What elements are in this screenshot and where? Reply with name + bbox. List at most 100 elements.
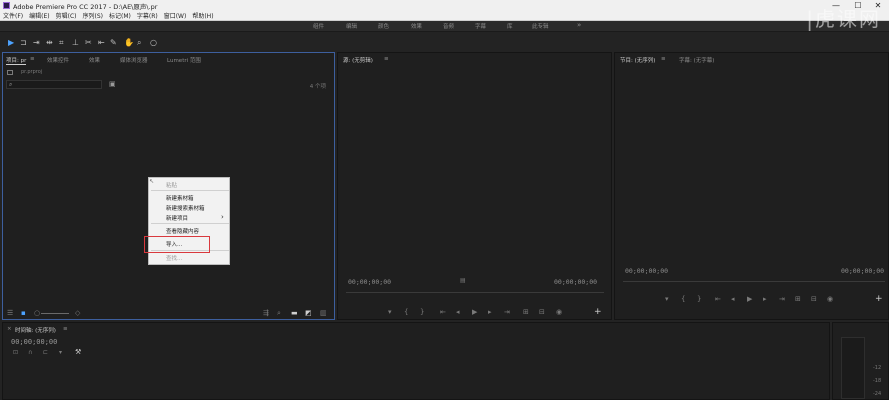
- program-mark-in-bracket-icon[interactable]: {: [681, 295, 685, 303]
- program-mark-in-icon[interactable]: ▾: [665, 295, 669, 303]
- mark-out-bracket-icon[interactable]: }: [420, 308, 424, 316]
- menu-edit[interactable]: 编辑(E): [29, 11, 49, 20]
- menu-help[interactable]: 帮助(H): [192, 11, 213, 20]
- tab-timeline[interactable]: 时间轴: (无序列): [15, 326, 56, 334]
- tab-program[interactable]: 节目: (无序列): [620, 56, 655, 64]
- go-to-in-icon[interactable]: ⇤: [440, 308, 446, 316]
- new-bin-bottom-icon[interactable]: ▬: [291, 309, 298, 317]
- list-view-icon[interactable]: ☰: [7, 309, 13, 317]
- source-timeline-ruler[interactable]: [346, 292, 604, 293]
- wrench-icon[interactable]: ⚒: [75, 348, 81, 356]
- new-bin-icon[interactable]: ▣: [109, 80, 116, 88]
- tab-effect-controls[interactable]: 效果控件: [47, 56, 69, 64]
- source-timecode-left[interactable]: 00;00;00;00: [348, 278, 391, 286]
- overwrite-icon[interactable]: ⊟: [539, 308, 545, 316]
- tab-captions[interactable]: 字幕: (无字幕): [679, 56, 714, 64]
- window-title: Adobe Premiere Pro CC 2017 - D:\AE\原声\.p…: [13, 2, 158, 11]
- icon-view-icon[interactable]: ▪: [21, 309, 26, 317]
- workspaces-more-button[interactable]: »: [577, 21, 581, 29]
- workspace-tab[interactable]: 颜色: [378, 22, 389, 30]
- program-go-to-out-icon[interactable]: ⇥: [779, 295, 785, 303]
- program-timeline-ruler[interactable]: [623, 281, 885, 282]
- sort-icon[interactable]: ◇: [75, 309, 80, 317]
- step-forward-icon[interactable]: ▸: [488, 308, 492, 316]
- workspace-tab[interactable]: 组件: [313, 22, 324, 30]
- program-play-icon[interactable]: ▶: [747, 295, 752, 303]
- rolling-edit-tool-icon[interactable]: ⇹: [46, 38, 53, 47]
- menu-item-paste[interactable]: 粘贴: [166, 181, 177, 189]
- nest-icon[interactable]: ⊡: [13, 349, 18, 356]
- menu-sequence[interactable]: 序列(S): [83, 11, 104, 20]
- razor-tool-icon[interactable]: ⊥: [72, 38, 79, 47]
- project-search-input[interactable]: ⌕: [6, 80, 102, 89]
- menu-item-find[interactable]: 查找...: [166, 254, 182, 262]
- menu-separator: [151, 190, 229, 191]
- workspace-tab[interactable]: 音频: [443, 22, 454, 30]
- snap-icon[interactable]: ∩: [28, 349, 32, 356]
- source-tab-menu-icon[interactable]: ≡: [384, 56, 389, 62]
- extract-icon[interactable]: ⊟: [811, 295, 817, 303]
- zoom-slider-handle[interactable]: ○: [34, 309, 40, 317]
- program-timecode-left[interactable]: 00;00;00;00: [625, 267, 668, 275]
- workspace-tab[interactable]: 编辑: [346, 22, 357, 30]
- zoom-slider-track[interactable]: [41, 313, 69, 314]
- workspace-tab[interactable]: 效果: [411, 22, 422, 30]
- clear-icon[interactable]: ▥: [320, 309, 327, 317]
- ripple-edit-tool-icon[interactable]: ⇥: [33, 38, 40, 47]
- program-tab-menu-icon[interactable]: ≡: [661, 56, 666, 62]
- hand-tool-icon[interactable]: ✋: [124, 38, 134, 47]
- slide-tool-icon[interactable]: ⇤: [98, 38, 105, 47]
- step-back-icon[interactable]: ◂: [456, 308, 460, 316]
- menu-item-view-hidden[interactable]: 查看隐藏内容: [166, 227, 199, 235]
- menu-marker[interactable]: 标记(M): [109, 11, 131, 20]
- automate-to-sequence-icon[interactable]: ⇶: [263, 309, 269, 317]
- tab-lumetri-scopes[interactable]: Lumetri 范围: [167, 56, 201, 64]
- export-frame-icon[interactable]: ◉: [556, 308, 562, 316]
- tab-project[interactable]: 项目: pr: [6, 56, 27, 65]
- menu-clip[interactable]: 剪辑(C): [56, 11, 77, 20]
- timeline-panel: × 时间轴: (无序列) ≡ 00;00;00;00 ⊡ ∩ ⊏ ▾ ⚒: [2, 322, 830, 400]
- linked-selection-icon[interactable]: ⊏: [43, 349, 48, 356]
- menu-item-new-item[interactable]: 新建项目: [166, 214, 188, 222]
- go-to-out-icon[interactable]: ⇥: [504, 308, 510, 316]
- program-go-to-in-icon[interactable]: ⇤: [715, 295, 721, 303]
- workspace-tab[interactable]: 此专辑: [532, 22, 549, 30]
- tab-effects[interactable]: 效果: [89, 56, 100, 64]
- program-step-forward-icon[interactable]: ▸: [763, 295, 767, 303]
- program-mark-out-bracket-icon[interactable]: }: [697, 295, 701, 303]
- insert-icon[interactable]: ⊞: [523, 308, 529, 316]
- tab-media-browser[interactable]: 媒体浏览器: [120, 56, 148, 64]
- mark-in-bracket-icon[interactable]: {: [404, 308, 408, 316]
- mark-in-icon[interactable]: ▾: [388, 308, 392, 316]
- timeline-close-icon[interactable]: ×: [7, 326, 12, 332]
- menu-window[interactable]: 窗口(W): [164, 11, 187, 20]
- add-button-icon[interactable]: +: [594, 307, 602, 317]
- play-icon[interactable]: ▶: [472, 308, 477, 316]
- source-fit-icon[interactable]: ▤: [460, 277, 466, 284]
- add-marker-icon[interactable]: ▾: [59, 349, 62, 356]
- program-add-button-icon[interactable]: +: [875, 294, 883, 304]
- program-export-frame-icon[interactable]: ◉: [827, 295, 833, 303]
- menu-file[interactable]: 文件(F): [3, 11, 23, 20]
- lift-icon[interactable]: ⊞: [795, 295, 801, 303]
- find-icon[interactable]: ⌕: [277, 309, 281, 318]
- magnifier-icon[interactable]: ○: [150, 38, 157, 47]
- menu-title[interactable]: 字幕(R): [137, 11, 158, 20]
- pen-tool-icon[interactable]: ✎: [110, 38, 117, 47]
- rate-stretch-tool-icon[interactable]: ⌗: [59, 38, 64, 48]
- workspace-tab[interactable]: 库: [507, 22, 513, 30]
- project-tab-menu-icon[interactable]: ≡: [30, 56, 35, 62]
- workspace-tab[interactable]: 字幕: [475, 22, 486, 30]
- slip-tool-icon[interactable]: ✂: [85, 38, 92, 47]
- selection-tool-icon[interactable]: ▶: [8, 38, 14, 47]
- program-step-back-icon[interactable]: ◂: [731, 295, 735, 303]
- menu-item-new-search-bin[interactable]: 新建搜索素材箱: [166, 204, 205, 212]
- track-select-tool-icon[interactable]: ⊐: [20, 38, 27, 47]
- zoom-tool-icon[interactable]: ⌕: [137, 38, 141, 48]
- tab-source[interactable]: 源: (无剪辑): [343, 56, 373, 64]
- timeline-timecode[interactable]: 00;00;00;00: [11, 338, 57, 346]
- menu-item-new-bin[interactable]: 新建素材箱: [166, 194, 194, 202]
- timeline-tab-menu-icon[interactable]: ≡: [63, 326, 68, 332]
- new-item-icon[interactable]: ◩: [305, 309, 312, 317]
- program-monitor-panel: 节目: (无序列) ≡ 字幕: (无字幕) 00;00;00;00 00;00;…: [614, 52, 889, 320]
